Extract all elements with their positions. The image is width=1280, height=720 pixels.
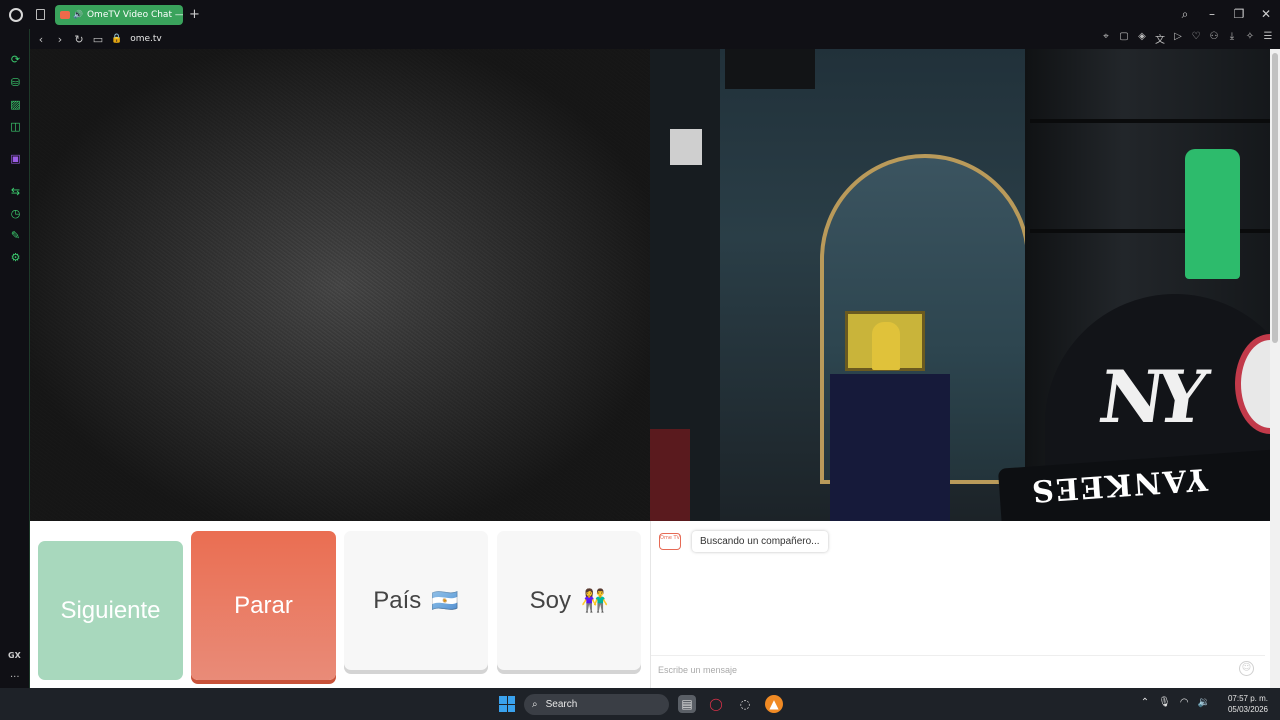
pin-icon[interactable]: ⌖	[1100, 31, 1112, 46]
menu-icon[interactable]: ☰	[1262, 31, 1274, 46]
smiley-icon[interactable]: ☺	[1239, 661, 1254, 676]
opera-logo-icon[interactable]	[9, 7, 23, 22]
tab-list-icon[interactable]	[36, 9, 45, 20]
velvet-bench	[830, 374, 950, 521]
address-bar: ‹ › ↻ ▭ 🔒 ome.tv ⌖ ▢ ◈ 文 ▷ ♡ ⚇ ⤓ ✧ ☰	[30, 29, 1280, 49]
history-icon[interactable]: ◷	[9, 207, 22, 220]
country-button[interactable]: País 🇦🇷	[344, 531, 488, 670]
nav-buttons: ‹ › ↻ ▭	[32, 33, 107, 46]
next-button-label: Siguiente	[60, 596, 161, 624]
system-clock[interactable]: 07:57 p. m. 05/03/2026	[1228, 693, 1268, 715]
messenger-icon[interactable]: ◫	[9, 120, 22, 133]
taskbar-search-label: Search	[545, 699, 578, 710]
shield-icon[interactable]: ◈	[1136, 31, 1148, 46]
restore-icon[interactable]: ❐	[1231, 6, 1247, 22]
search-icon[interactable]: ⌕	[1177, 6, 1193, 22]
windows-taskbar: ⌕ Search ▤ ◯ ◌ ▲ ⌃ 🎙 ◠ 🔉 07:57 p. m. 05/…	[0, 688, 1280, 720]
vlc-taskbar-icon[interactable]: ▲	[765, 695, 783, 713]
translate-icon[interactable]: 文	[1154, 31, 1166, 46]
more-icon[interactable]: ...	[10, 669, 20, 680]
wifi-icon[interactable]: ◠	[1180, 697, 1189, 708]
chat-panel: Ome TV Buscando un compañero... ☺	[650, 521, 1270, 688]
bag-icon[interactable]: ⛁	[9, 76, 22, 89]
back-icon[interactable]: ‹	[32, 33, 50, 46]
window-controls: ⌕ – ❐ ✕	[1177, 6, 1274, 22]
heart-icon[interactable]: ♡	[1190, 31, 1202, 46]
map-icon[interactable]: ▨	[9, 98, 22, 111]
top-shelf	[725, 49, 815, 89]
forward-icon[interactable]: ›	[51, 33, 69, 46]
ometv-logo-icon: Ome TV	[659, 533, 681, 550]
partner-video-static	[30, 49, 650, 521]
tab-title: OmeTV Video Chat —	[86, 9, 183, 20]
argentina-flag-icon: 🇦🇷	[431, 587, 459, 613]
control-panel: Siguiente Parar País 🇦🇷 Soy 👫	[30, 521, 650, 688]
stop-button-label: Parar	[234, 591, 293, 619]
chevron-up-icon[interactable]: ⌃	[1141, 697, 1149, 708]
volume-icon[interactable]: 🔉	[1198, 697, 1210, 708]
yellow-frame	[845, 311, 925, 371]
clock-date: 05/03/2026	[1227, 705, 1268, 714]
stop-button[interactable]: Parar	[191, 531, 336, 680]
chat-input-row: ☺	[651, 655, 1265, 683]
message-input[interactable]	[658, 661, 1218, 679]
new-tab-button[interactable]: +	[189, 7, 200, 22]
taskbar-search[interactable]: ⌕ Search	[524, 694, 669, 715]
cap-logo: NY	[1094, 354, 1204, 439]
ometv-favicon-icon	[60, 10, 70, 19]
profile-icon[interactable]: ⚇	[1208, 31, 1220, 46]
windows-start-icon[interactable]	[499, 696, 515, 712]
lock-icon[interactable]: 🔒	[111, 34, 122, 44]
minimize-icon[interactable]: –	[1204, 6, 1220, 22]
arrows-icon[interactable]: ⇆	[9, 185, 22, 198]
gx-label[interactable]: GX	[8, 651, 21, 660]
couple-icon: 👫	[580, 587, 609, 613]
twitch-icon[interactable]: ▣	[9, 152, 22, 165]
clock-time: 07:57 p. m.	[1227, 694, 1268, 703]
search-icon: ⌕	[532, 699, 538, 710]
close-icon[interactable]: ✕	[1258, 6, 1274, 22]
green-shirt	[1185, 149, 1240, 279]
gender-button[interactable]: Soy 👫	[497, 531, 641, 670]
browser-sidebar: ⟳ ⛁ ▨ ◫ ▣ ⇆ ◷ ✎ ⚙ GX ...	[0, 29, 30, 688]
camera-icon[interactable]: ▭	[89, 33, 107, 46]
refresh-icon[interactable]: ⟳	[9, 53, 22, 66]
system-tray: ⌃ 🎙 ◠ 🔉	[1141, 697, 1210, 708]
browser-titlebar: 🔊 OmeTV Video Chat — + ⌕ – ❐ ✕	[0, 0, 1280, 29]
play-icon[interactable]: ▷	[1172, 31, 1184, 46]
tab-ometv[interactable]: 🔊 OmeTV Video Chat —	[55, 4, 183, 25]
download-icon[interactable]: ⤓	[1226, 31, 1238, 46]
speaker-icon[interactable]: 🔊	[73, 10, 83, 19]
wall-poster	[670, 129, 702, 165]
app-taskbar-icon[interactable]: ◌	[736, 695, 754, 713]
gender-button-label: Soy	[529, 586, 571, 614]
microphone-icon[interactable]: 🎙	[1158, 697, 1171, 708]
snapshot-icon[interactable]: ▢	[1118, 31, 1130, 46]
opera-gx-taskbar-icon[interactable]: ◯	[707, 695, 725, 713]
reload-icon[interactable]: ↻	[70, 33, 88, 46]
scrollbar-thumb[interactable]	[1272, 53, 1278, 343]
status-message: Buscando un compañero...	[692, 531, 828, 552]
url-field[interactable]: ome.tv	[130, 34, 162, 44]
ai-icon[interactable]: ✧	[1244, 31, 1256, 46]
red-chair	[650, 429, 690, 521]
country-button-label: País	[373, 586, 422, 614]
extensions-icon[interactable]: ✎	[9, 229, 22, 242]
shelf-board	[1030, 119, 1270, 123]
self-video: NY YANKEES	[650, 49, 1270, 521]
page-scrollbar[interactable]	[1270, 49, 1280, 688]
poster-person	[872, 322, 900, 370]
extensions-toolbar: ⌖ ▢ ◈ 文 ▷ ♡ ⚇ ⤓ ✧ ☰	[1100, 31, 1274, 46]
settings-icon[interactable]: ⚙	[9, 251, 22, 264]
next-button[interactable]: Siguiente	[38, 541, 183, 680]
task-view-icon[interactable]: ▤	[678, 695, 696, 713]
